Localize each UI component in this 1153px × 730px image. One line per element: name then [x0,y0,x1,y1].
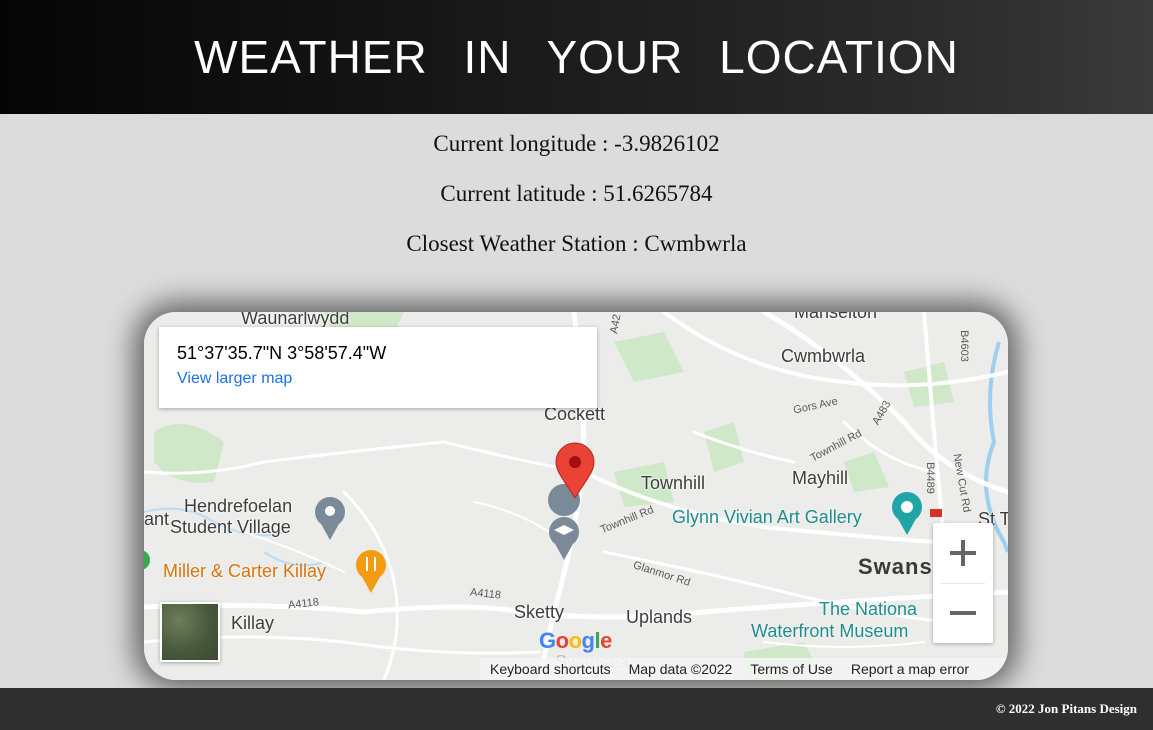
road-label: B4489 [923,462,936,494]
zoom-divider [941,583,985,584]
map-label: Hendrefoelan [184,496,293,516]
map-data-text: Map data ©2022 [628,661,733,677]
keyboard-shortcuts-link[interactable]: Keyboard shortcuts [490,661,611,677]
copyright-text: © 2022 Jon Pitans Design [995,701,1137,716]
map-label: Mayhill [792,468,849,488]
road-label: B4603 [957,330,970,362]
current-longitude: Current longitude : -3.9826102 [433,131,720,156]
terms-of-use-link[interactable]: Terms of Use [750,661,832,677]
map-label: Glynn Vivian Art Gallery [672,507,862,527]
map-label: Cwmbwrla [781,346,866,366]
zoom-in-button[interactable] [933,523,993,583]
minus-icon [950,611,976,615]
satellite-toggle-button[interactable] [160,602,220,662]
map-label: The Nationa [819,599,918,619]
view-larger-map-link[interactable]: View larger map [177,370,579,388]
map-label: Sketty [514,602,565,622]
report-map-error-link[interactable]: Report a map error [851,661,969,677]
page-footer: © 2022 Jon Pitans Design [0,688,1153,730]
map-label: Manselton [794,312,878,322]
zoom-controls [933,523,993,643]
map-label: Killay [231,613,275,633]
map-label: Miller & Carter Killay [163,561,327,581]
google-logo: Google [539,628,612,653]
map-info-card: 51°37'35.7"N 3°58'57.4"W View larger map [159,327,597,408]
map-attribution-bar: Keyboard shortcuts Map data ©2022 Terms … [480,658,1008,680]
rail-station-icon [930,509,942,517]
zoom-out-button[interactable] [933,583,993,643]
current-latitude: Current latitude : 51.6265784 [440,181,713,206]
map-embed[interactable]: Waunarlwydd Manselton Cwmbwrla Cockett T… [144,312,1008,680]
map-coordinates: 51°37'35.7"N 3°58'57.4"W [177,343,387,363]
map-label: Uplands [626,607,693,627]
map-label: ant [144,509,170,529]
map-label: Townhill [641,473,706,493]
map-label: Waterfront Museum [751,621,909,641]
map-label: Swans [858,554,933,579]
page-title: WEATHER IN YOUR LOCATION [194,31,959,83]
page-header: WEATHER IN YOUR LOCATION [0,0,1153,114]
map-label: Student Village [170,517,291,537]
plus-icon [950,540,976,566]
closest-weather-station: Closest Weather Station : Cwmbwrla [406,231,747,256]
